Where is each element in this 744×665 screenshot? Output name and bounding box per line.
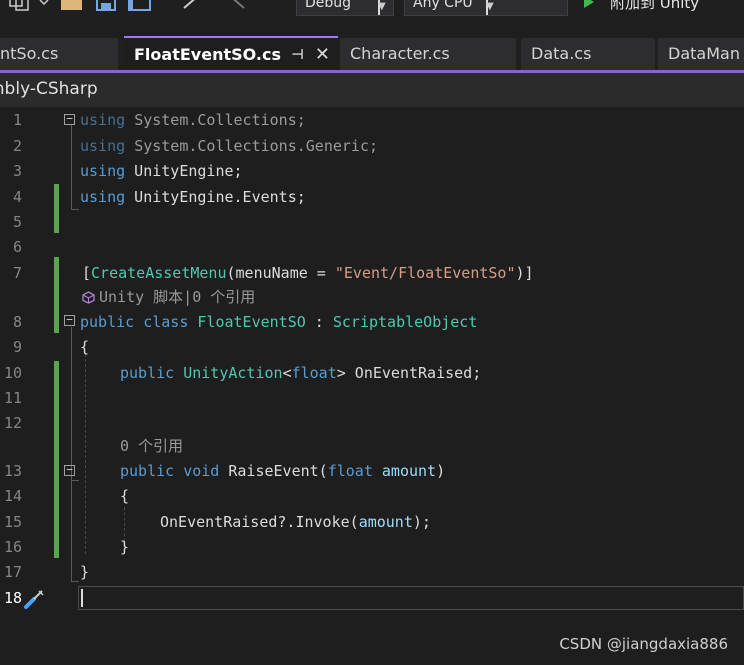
code-text: using UnityEngine; (80, 162, 243, 180)
undo-icon[interactable] (180, 0, 204, 12)
current-line-highlight (78, 586, 744, 610)
code-line: 14 { (0, 484, 744, 508)
tab-label: Data.cs (531, 44, 592, 63)
quick-actions-screwdriver-icon[interactable] (23, 589, 45, 609)
line-number: 16 (3, 538, 22, 556)
unity-cube-icon (82, 291, 95, 304)
line-number: 10 (3, 364, 22, 382)
code-text: { (120, 487, 130, 505)
code-editor[interactable]: − − − 1 using System.Collections; 2 usin… (0, 107, 744, 665)
code-line: 9 { (0, 335, 744, 359)
code-text: } (120, 538, 130, 556)
configuration-value: Debug (305, 0, 352, 11)
project-name: mbly-CSharp (0, 79, 98, 99)
redo-icon[interactable] (226, 0, 250, 12)
code-line: 10 public UnityAction<float> OnEventRais… (0, 361, 744, 385)
method-reference-lens[interactable]: 0 个引用 (120, 434, 183, 458)
tab-label: DataMan (668, 44, 740, 63)
class-reference-lens[interactable]: Unity 脚本|0 个引用 (99, 285, 255, 309)
new-project-icon[interactable] (8, 0, 30, 12)
code-line-current: 18 (0, 586, 744, 610)
code-text: OnEventRaised?.Invoke(amount); (160, 513, 431, 531)
line-number: 3 (12, 162, 22, 180)
line-number: 4 (12, 188, 22, 206)
code-text: public class FloatEventSO : ScriptableOb… (80, 313, 478, 331)
project-navigation-bar[interactable]: mbly-CSharp (0, 73, 744, 107)
text-caret (81, 589, 83, 607)
code-line: 4 using UnityEngine.Events; (0, 185, 744, 209)
tab-eventso[interactable]: ntSo.cs (0, 38, 118, 70)
tab-data[interactable]: Data.cs (521, 38, 655, 70)
code-line: 17 } (0, 560, 744, 584)
tab-datamanager[interactable]: DataMan (658, 38, 744, 70)
configuration-dropdown[interactable]: Debug ▼ (296, 0, 394, 16)
tab-character[interactable]: Character.cs (340, 38, 516, 70)
toolbar: Debug ▼ Any CPU ▼ 附加到 Unity (0, 0, 744, 18)
dropdown-arrow-icon[interactable] (38, 0, 50, 12)
code-line: 6 (0, 235, 744, 259)
close-icon[interactable]: ✕ (315, 38, 330, 72)
line-number: 14 (3, 487, 22, 505)
code-line: 1 using System.Collections; (0, 108, 744, 132)
codelens-line: 0 个引用 (0, 434, 744, 458)
code-text: using UnityEngine.Events; (80, 188, 306, 206)
code-line: 13 public void RaiseEvent(float amount) (0, 459, 744, 483)
code-text: using System.Collections.Generic; (80, 137, 379, 155)
code-text: } (80, 563, 90, 581)
line-number: 7 (12, 264, 22, 282)
watermark: CSDN @jiangdaxia886 (559, 635, 728, 653)
code-line: 16 } (0, 535, 744, 559)
code-text: public UnityAction<float> OnEventRaised; (120, 364, 482, 382)
line-number: 13 (3, 462, 22, 480)
line-number: 17 (3, 563, 22, 581)
code-text: using System.Collections; (80, 111, 306, 129)
code-line: 3 using UnityEngine; (0, 159, 744, 183)
line-number: 5 (12, 213, 22, 231)
chevron-down-icon: ▼ (378, 0, 386, 15)
tab-label: FloatEventSO.cs (134, 45, 281, 64)
code-line: 12 (0, 411, 744, 435)
code-line: 7 [CreateAssetMenu(menuName = "Event/Flo… (0, 261, 744, 285)
line-number: 6 (12, 238, 22, 256)
play-icon[interactable] (584, 0, 594, 8)
document-tabs: ntSo.cs FloatEventSO.cs ⊣ ✕ Character.cs… (0, 36, 744, 72)
line-number: 1 (12, 111, 22, 129)
pin-icon[interactable]: ⊣ (291, 38, 304, 72)
line-number: 18 (3, 589, 22, 607)
line-number: 12 (3, 414, 22, 432)
save-icon[interactable] (96, 0, 118, 12)
tab-floateventso[interactable]: FloatEventSO.cs ⊣ ✕ (124, 36, 338, 72)
line-number: 15 (3, 513, 22, 531)
open-folder-icon[interactable] (60, 0, 84, 12)
attach-to-unity-button[interactable]: 附加到 Unity (610, 0, 699, 13)
code-text: { (80, 338, 90, 356)
platform-dropdown[interactable]: Any CPU ▼ (404, 0, 568, 16)
line-number: 8 (12, 313, 22, 331)
tab-label: ntSo.cs (0, 44, 59, 63)
code-line: 15 OnEventRaised?.Invoke(amount); (0, 510, 744, 534)
save-all-icon[interactable] (128, 0, 152, 12)
chevron-down-icon: ▼ (486, 0, 494, 15)
code-line: 8 public class FloatEventSO : Scriptable… (0, 310, 744, 334)
code-line: 5 (0, 210, 744, 234)
code-text: [CreateAssetMenu(menuName = "Event/Float… (82, 264, 534, 282)
codelens-line: Unity 脚本|0 个引用 (0, 285, 744, 309)
code-line: 11 (0, 386, 744, 410)
code-line: 2 using System.Collections.Generic; (0, 134, 744, 158)
tab-label: Character.cs (350, 44, 450, 63)
line-number: 2 (12, 137, 22, 155)
code-text: public void RaiseEvent(float amount) (120, 462, 446, 480)
platform-value: Any CPU (413, 0, 473, 11)
line-number: 9 (12, 338, 22, 356)
line-number: 11 (3, 389, 22, 407)
